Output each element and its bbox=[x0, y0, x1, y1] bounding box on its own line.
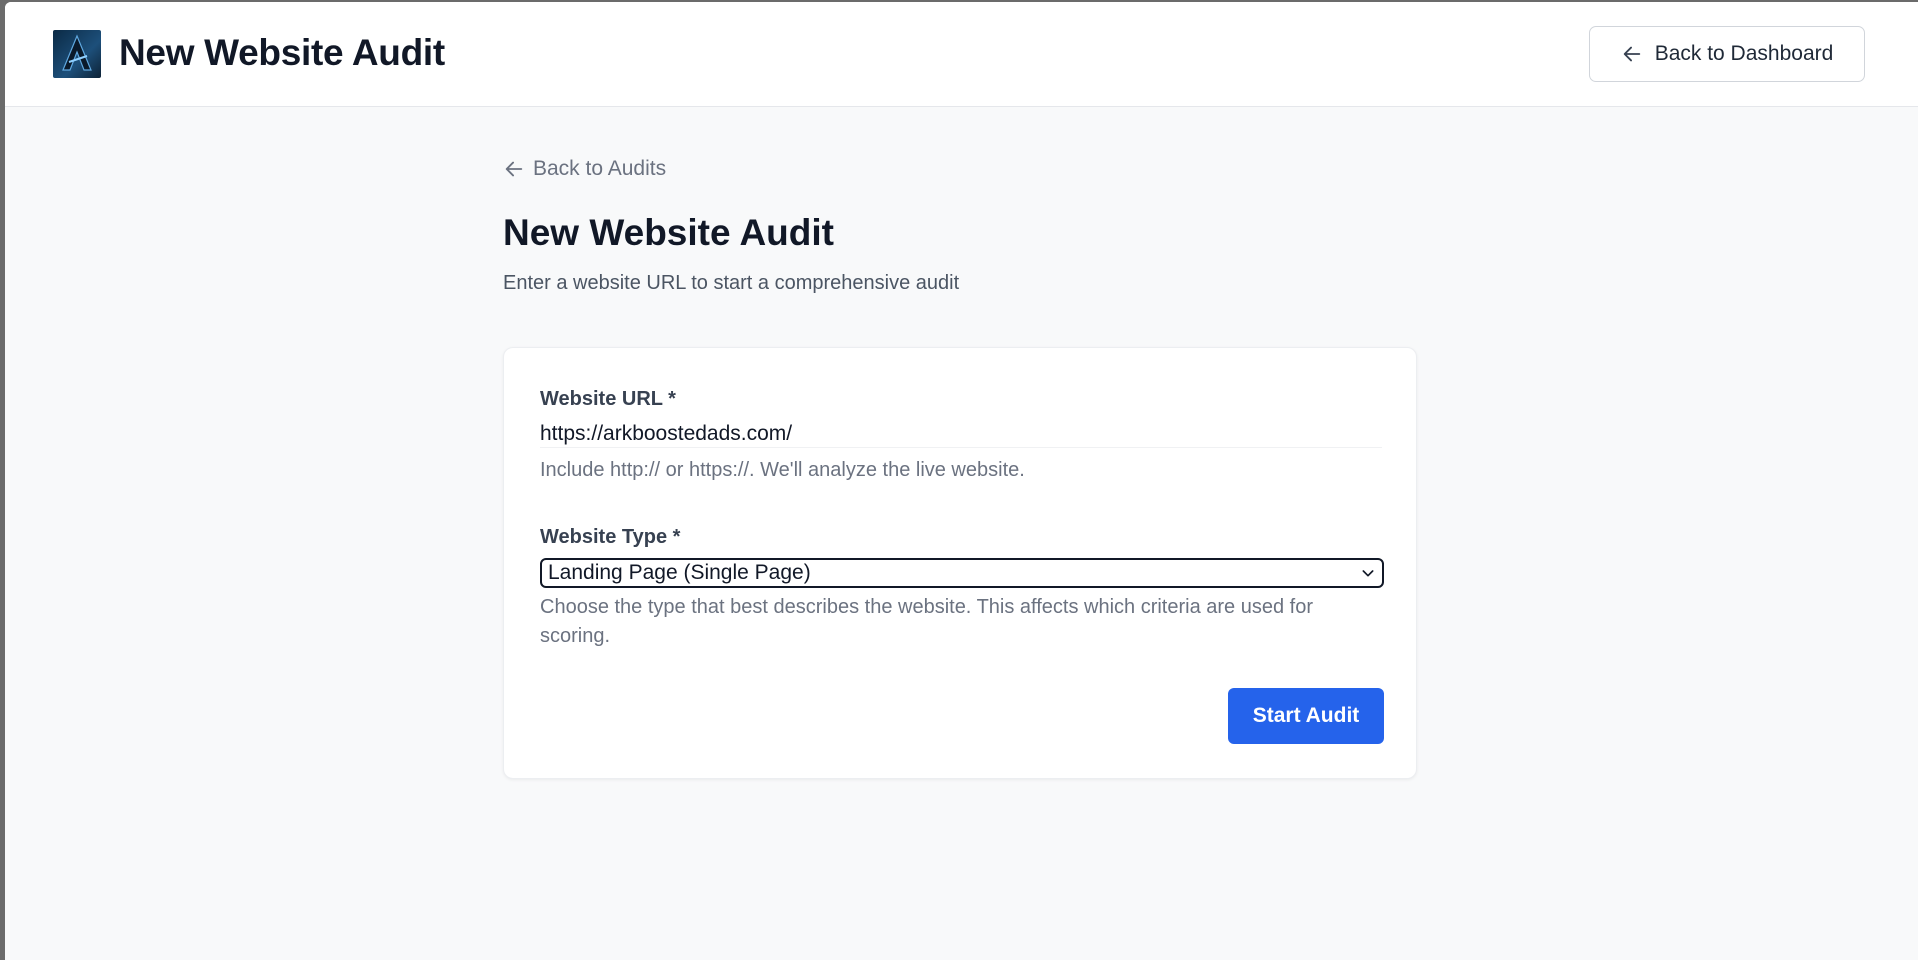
website-url-hint: Include http:// or https://. We'll analy… bbox=[540, 459, 1025, 481]
top-bar: New Website Audit Back to Dashboard bbox=[5, 2, 1918, 107]
logo-mark-icon bbox=[62, 34, 92, 71]
back-to-dashboard-button[interactable]: Back to Dashboard bbox=[1589, 26, 1865, 82]
start-audit-button[interactable]: Start Audit bbox=[1228, 688, 1384, 744]
page-title: New Website Audit bbox=[503, 212, 834, 253]
website-type-hint: Choose the type that best describes the … bbox=[540, 596, 1313, 647]
arrow-left-icon bbox=[505, 161, 523, 177]
app-title: New Website Audit bbox=[119, 32, 445, 73]
back-to-audits-label: Back to Audits bbox=[533, 157, 667, 180]
audit-form-card: Website URL * Include http:// or https:/… bbox=[503, 347, 1417, 779]
app-window: New Website Audit Back to Dashboard Back… bbox=[5, 2, 1918, 960]
website-url-label: Website URL * bbox=[540, 388, 676, 410]
website-type-value: Landing Page (Single Page) bbox=[548, 561, 811, 584]
chevron-down-icon bbox=[1362, 570, 1374, 577]
page-subtitle: Enter a website URL to start a comprehen… bbox=[503, 272, 960, 294]
back-to-dashboard-label: Back to Dashboard bbox=[1654, 42, 1834, 65]
arrow-left-icon bbox=[1623, 46, 1640, 62]
website-type-label: Website Type * bbox=[540, 526, 681, 548]
website-type-select[interactable]: Landing Page (Single Page) bbox=[540, 558, 1384, 588]
back-to-audits-link[interactable]: Back to Audits bbox=[503, 157, 666, 181]
ark-logo bbox=[53, 30, 101, 78]
website-url-input[interactable] bbox=[540, 420, 1382, 448]
